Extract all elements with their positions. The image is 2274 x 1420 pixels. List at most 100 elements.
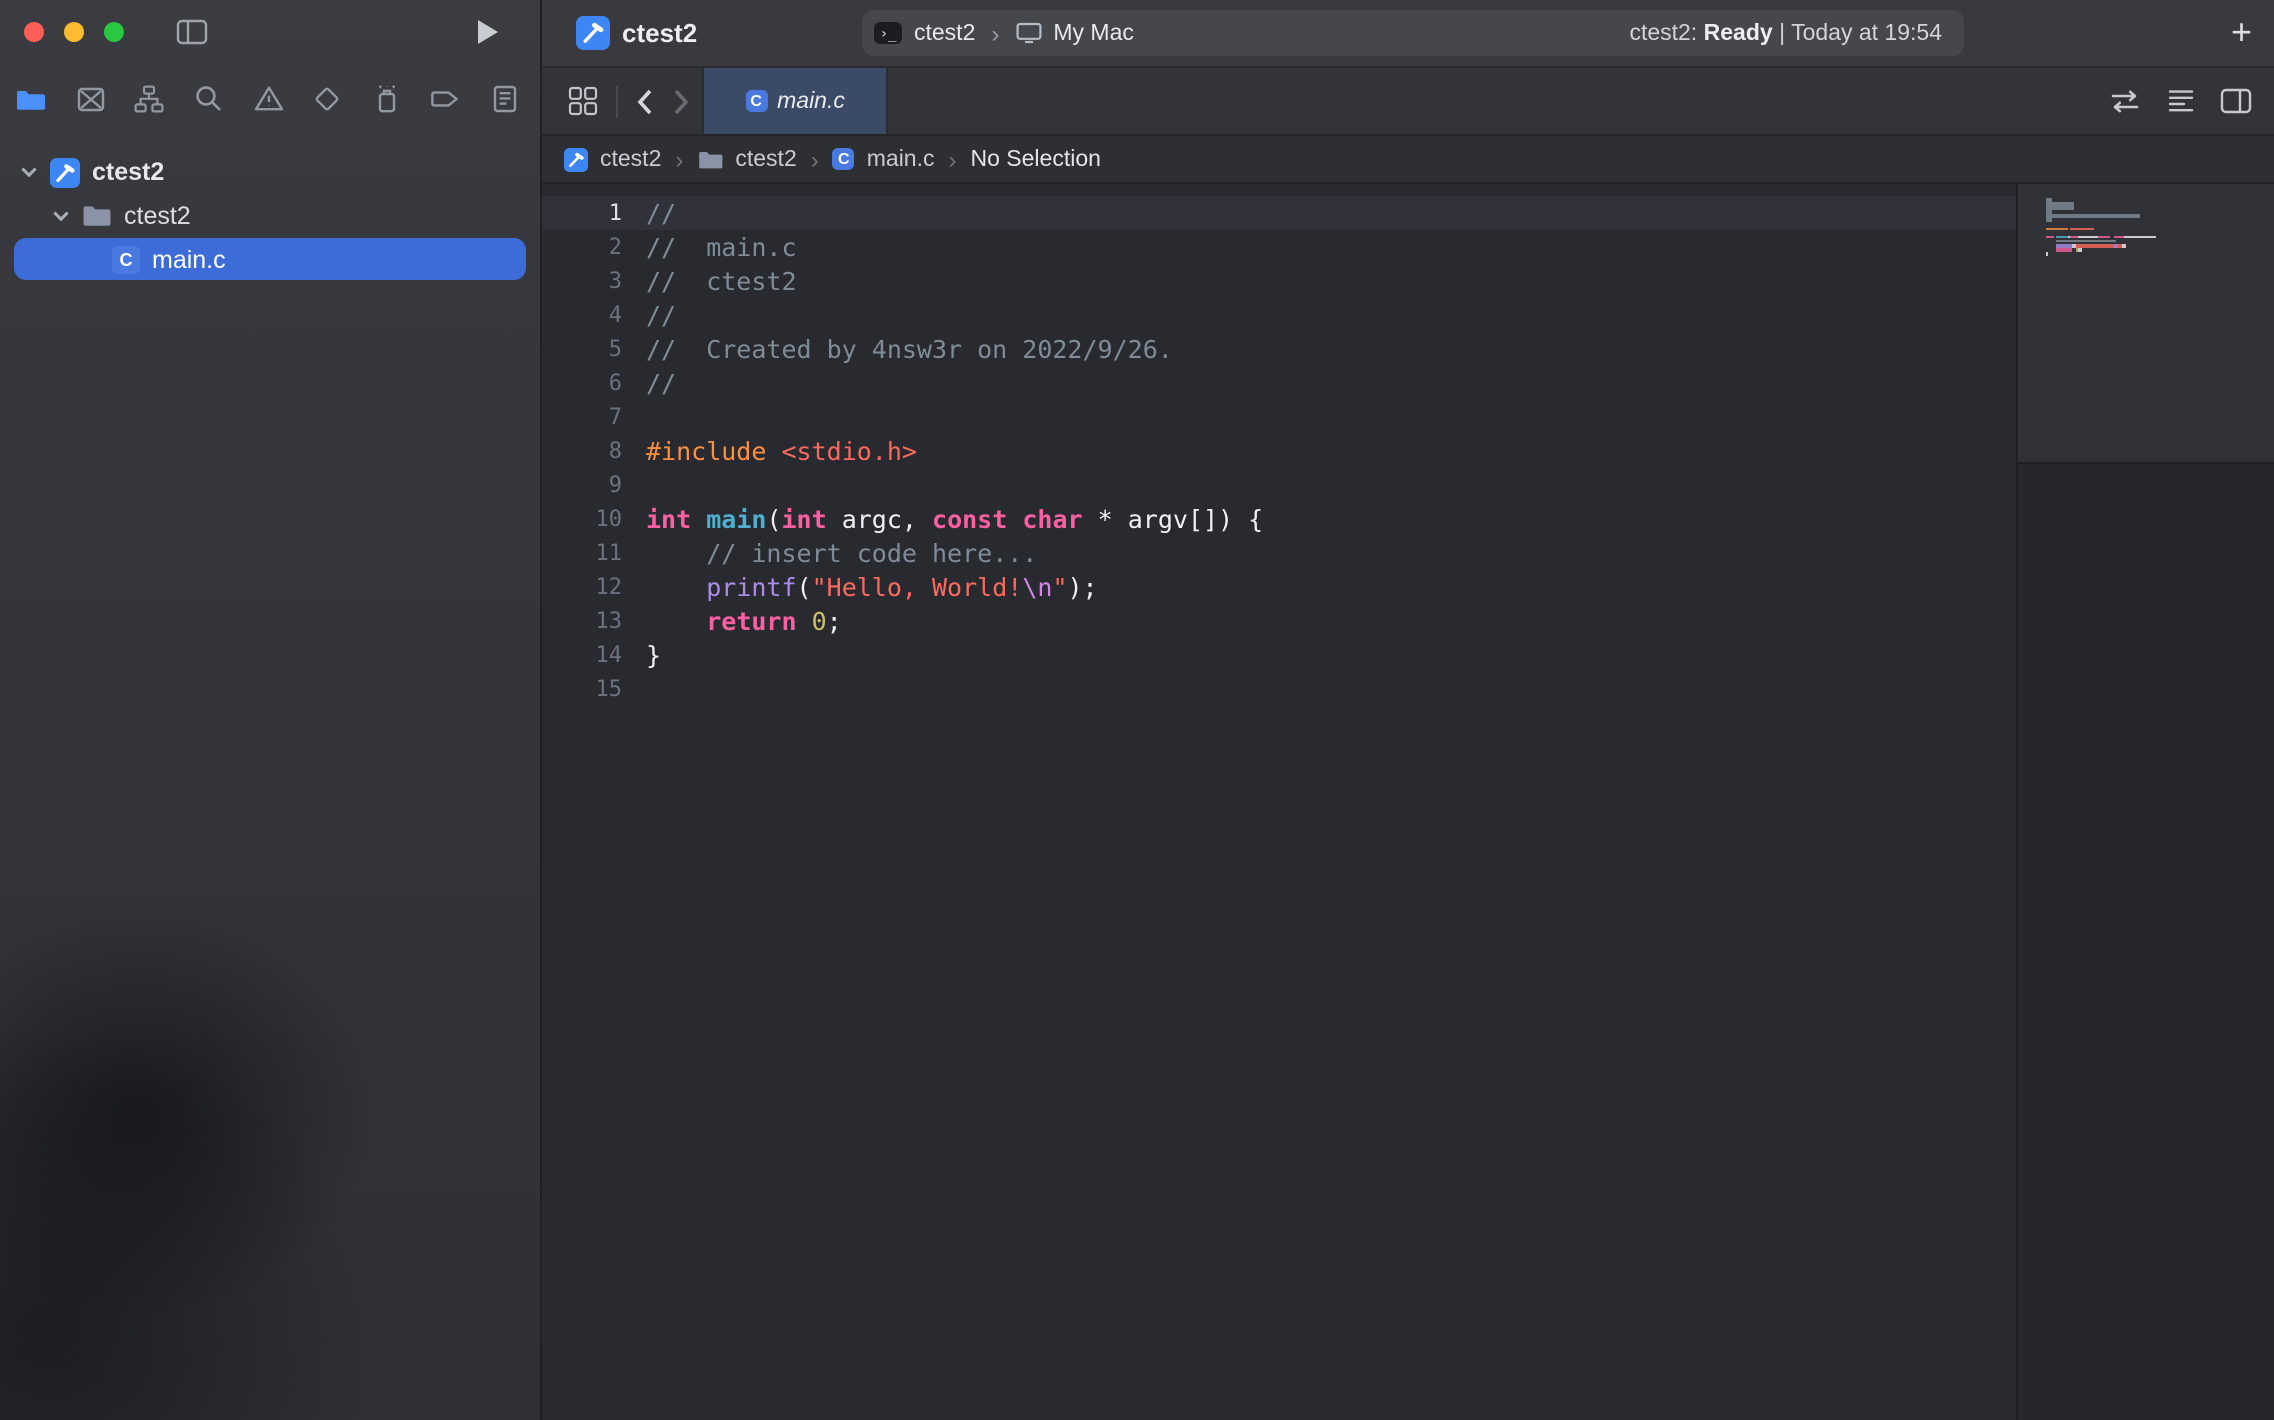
editor-options-icon[interactable] bbox=[2166, 88, 2196, 114]
code-text: // insert code here... bbox=[646, 536, 1037, 570]
minimap-line bbox=[2046, 223, 2274, 226]
code-line[interactable]: 12 printf("Hello, World!\n"); bbox=[542, 570, 2016, 604]
editor-grid-icon[interactable] bbox=[568, 86, 598, 116]
line-number[interactable]: 15 bbox=[542, 672, 646, 706]
file-name: main.c bbox=[152, 245, 226, 273]
code-line[interactable]: 3// ctest2 bbox=[542, 264, 2016, 298]
chevron-right-icon: › bbox=[811, 145, 819, 173]
code-line[interactable]: 14} bbox=[542, 638, 2016, 672]
find-navigator-icon[interactable] bbox=[192, 82, 226, 116]
c-file-icon: C bbox=[745, 90, 767, 112]
code-line[interactable]: 15 bbox=[542, 672, 2016, 706]
chevron-down-icon[interactable] bbox=[20, 166, 38, 178]
code-line[interactable]: 1// bbox=[542, 196, 2016, 230]
zoom-button[interactable] bbox=[104, 22, 124, 42]
breakpoint-navigator-icon[interactable] bbox=[429, 82, 463, 116]
toggle-sidebar-icon[interactable] bbox=[176, 18, 208, 46]
xcode-window: ctest2 ctest2 C main.c ctest2 bbox=[0, 0, 2274, 1420]
scheme-name[interactable]: ctest2 bbox=[914, 21, 975, 45]
minimap-line bbox=[2046, 236, 2274, 239]
minimap-line bbox=[2046, 198, 2274, 201]
code-line[interactable]: 2// main.c bbox=[542, 230, 2016, 264]
code-line[interactable]: 11 // insert code here... bbox=[542, 536, 2016, 570]
jump-item-project[interactable]: ctest2 bbox=[600, 147, 661, 171]
navigator-bar bbox=[0, 66, 540, 132]
run-button[interactable] bbox=[476, 18, 500, 46]
line-number[interactable]: 6 bbox=[542, 366, 646, 400]
code-line[interactable]: 13 return 0; bbox=[542, 604, 2016, 638]
build-status[interactable]: ctest2: Ready | Today at 19:54 bbox=[1629, 21, 1942, 45]
line-number[interactable]: 13 bbox=[542, 604, 646, 638]
add-editor-icon[interactable] bbox=[2220, 88, 2252, 114]
line-number[interactable]: 2 bbox=[542, 230, 646, 264]
symbol-navigator-icon[interactable] bbox=[133, 82, 167, 116]
line-number[interactable]: 7 bbox=[542, 400, 646, 434]
code-line[interactable]: 9 bbox=[542, 468, 2016, 502]
minimize-button[interactable] bbox=[64, 22, 84, 42]
chevron-down-icon[interactable] bbox=[52, 210, 70, 222]
chevron-right-icon: › bbox=[675, 145, 683, 173]
code-text: // ctest2 bbox=[646, 264, 797, 298]
forward-icon[interactable] bbox=[672, 87, 690, 115]
line-number[interactable]: 5 bbox=[542, 332, 646, 366]
xcode-app-icon bbox=[576, 16, 610, 50]
code-line[interactable]: 6// bbox=[542, 366, 2016, 400]
minimap[interactable] bbox=[2018, 184, 2274, 464]
line-number[interactable]: 14 bbox=[542, 638, 646, 672]
folder-icon bbox=[697, 149, 723, 169]
group-name: ctest2 bbox=[124, 202, 191, 230]
code-review-icon[interactable] bbox=[2108, 88, 2142, 114]
library-plus-button[interactable]: + bbox=[2231, 8, 2252, 56]
line-number[interactable]: 9 bbox=[542, 468, 646, 502]
code-line[interactable]: 10int main(int argc, const char * argv[]… bbox=[542, 502, 2016, 536]
toolbar: ctest2 ›_ ctest2 › My Mac ctest2: Ready … bbox=[542, 0, 2274, 68]
minimap-line bbox=[2046, 244, 2274, 247]
line-number[interactable]: 8 bbox=[542, 434, 646, 468]
jump-item-selection[interactable]: No Selection bbox=[971, 147, 1101, 171]
scheme-terminal-icon[interactable]: ›_ bbox=[874, 22, 902, 44]
report-navigator-icon[interactable] bbox=[488, 82, 522, 116]
code-text: } bbox=[646, 638, 661, 672]
sidebar-item-group[interactable]: ctest2 bbox=[0, 194, 540, 238]
issue-navigator-icon[interactable] bbox=[251, 82, 285, 116]
chevron-right-icon: › bbox=[949, 145, 957, 173]
code-line[interactable]: 7 bbox=[542, 400, 2016, 434]
jump-item-file[interactable]: main.c bbox=[867, 147, 935, 171]
run-destination[interactable]: My Mac bbox=[1053, 21, 1134, 45]
jump-item-group[interactable]: ctest2 bbox=[735, 147, 796, 171]
tab-main-c[interactable]: C main.c bbox=[702, 68, 888, 134]
divider bbox=[616, 85, 618, 117]
minimap-line bbox=[2046, 206, 2274, 209]
line-number[interactable]: 3 bbox=[542, 264, 646, 298]
minimap-line bbox=[2046, 252, 2274, 255]
editor-area: 1//2// main.c3// ctest24//5// Created by… bbox=[542, 184, 2274, 1420]
minimap-line bbox=[2046, 248, 2274, 251]
file-tree: ctest2 ctest2 C main.c bbox=[0, 150, 540, 280]
line-number[interactable]: 4 bbox=[542, 298, 646, 332]
navigator-sidebar: ctest2 ctest2 C main.c bbox=[0, 0, 542, 1420]
test-navigator-icon[interactable] bbox=[310, 82, 344, 116]
debug-navigator-icon[interactable] bbox=[370, 82, 404, 116]
tab-bar: C main.c bbox=[542, 68, 2274, 136]
source-control-navigator-icon[interactable] bbox=[73, 82, 107, 116]
line-number[interactable]: 11 bbox=[542, 536, 646, 570]
minimap-line bbox=[2046, 219, 2274, 222]
minimap-line bbox=[2046, 202, 2274, 205]
sidebar-item-project[interactable]: ctest2 bbox=[0, 150, 540, 194]
code-line[interactable]: 8#include <stdio.h> bbox=[542, 434, 2016, 468]
line-number[interactable]: 1 bbox=[542, 196, 646, 230]
code-line[interactable]: 4// bbox=[542, 298, 2016, 332]
close-button[interactable] bbox=[24, 22, 44, 42]
code-line[interactable]: 5// Created by 4nsw3r on 2022/9/26. bbox=[542, 332, 2016, 366]
line-number[interactable]: 10 bbox=[542, 502, 646, 536]
back-icon[interactable] bbox=[636, 87, 654, 115]
minimap-line bbox=[2046, 211, 2274, 214]
xcode-project-icon bbox=[564, 147, 588, 171]
minimap-line bbox=[2046, 227, 2274, 230]
sidebar-item-file-selected[interactable]: C main.c bbox=[14, 238, 526, 280]
code-text: printf("Hello, World!\n"); bbox=[646, 570, 1098, 604]
project-navigator-icon[interactable] bbox=[14, 82, 48, 116]
line-number[interactable]: 12 bbox=[542, 570, 646, 604]
code-text: return 0; bbox=[646, 604, 842, 638]
code-editor[interactable]: 1//2// main.c3// ctest24//5// Created by… bbox=[542, 184, 2016, 1420]
